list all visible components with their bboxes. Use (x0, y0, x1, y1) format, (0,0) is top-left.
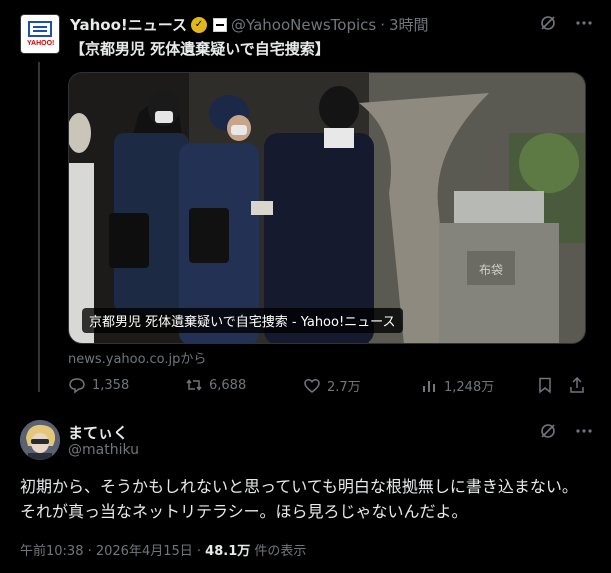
repost-icon (186, 379, 202, 391)
news-card-image[interactable]: 布袋 京都男児 死体遺棄疑いで自宅捜索 - Yahoo!ニュース (68, 72, 586, 344)
reply-views-label: 件の表示 (254, 544, 307, 559)
post-time[interactable]: 3時間 (389, 14, 429, 35)
separator-dot: · (380, 15, 386, 34)
reply-icon (69, 378, 85, 394)
reply-top-icons (539, 422, 593, 444)
more-icon[interactable] (575, 422, 593, 444)
card-source[interactable]: news.yahoo.co.jpから (68, 348, 206, 367)
like-button[interactable]: 2.7万 (303, 376, 361, 395)
share-icon (570, 376, 584, 393)
views-icon (423, 380, 435, 392)
bookmark-button[interactable] (536, 376, 554, 394)
action-bar: 1,358 6,688 2.7万 1,248万 (68, 376, 588, 398)
news-photo: 布袋 (69, 73, 585, 343)
repost-count: 6,688 (209, 377, 247, 393)
grok-icon[interactable] (539, 422, 557, 444)
more-icon[interactable] (575, 14, 593, 36)
reply-views-count: 48.1万 (205, 544, 251, 559)
author-name[interactable]: Yahoo!ニュース (70, 14, 187, 35)
stone-sign-text: 布袋 (479, 263, 503, 277)
card-caption[interactable]: 京都男児 死体遺棄疑いで自宅捜索 - Yahoo!ニュース (82, 308, 403, 333)
bookmark-icon (539, 377, 551, 394)
post-top-icons (539, 14, 593, 36)
grok-icon[interactable] (539, 14, 557, 36)
reply-meta: 午前10:38 · 2026年4月15日 · 48.1万 件の表示 (20, 540, 306, 559)
reply-timestamp[interactable]: 午前10:38 · 2026年4月15日 · (20, 544, 201, 559)
post-text: 【京都男児 死体遺棄疑いで自宅捜索】 (70, 40, 330, 58)
mathiku-avatar[interactable] (20, 420, 60, 460)
post-header: Yahoo!ニュース ✓ @YahooNewsTopics · 3時間 (70, 14, 429, 35)
reply-author-handle[interactable]: @mathiku (68, 442, 139, 458)
views-button[interactable]: 1,248万 (420, 376, 494, 395)
reply-text: 初期から、そうかもしれないと思っていても明白な根拠無しに書き込まない。それが真っ… (20, 477, 578, 521)
thread-line (38, 62, 40, 392)
repost-button[interactable]: 6,688 (185, 376, 246, 394)
views-count: 1,248万 (444, 380, 495, 395)
verified-badge-icon[interactable]: ✓ (191, 16, 207, 33)
news-logo-icon (28, 21, 52, 37)
reply-author-name[interactable]: まてぃく (68, 422, 128, 443)
reply-count: 1,358 (92, 377, 130, 393)
avatar-logo-text: YAHOO! (27, 40, 55, 47)
share-button[interactable] (568, 376, 586, 394)
yahoo-news-avatar[interactable]: YAHOO! (20, 14, 60, 54)
reply-button[interactable]: 1,358 (68, 376, 129, 394)
like-icon (304, 378, 320, 393)
author-handle[interactable]: @YahooNewsTopics (231, 16, 376, 34)
affiliate-badge-icon[interactable] (213, 17, 227, 32)
like-count: 2.7万 (327, 380, 361, 395)
